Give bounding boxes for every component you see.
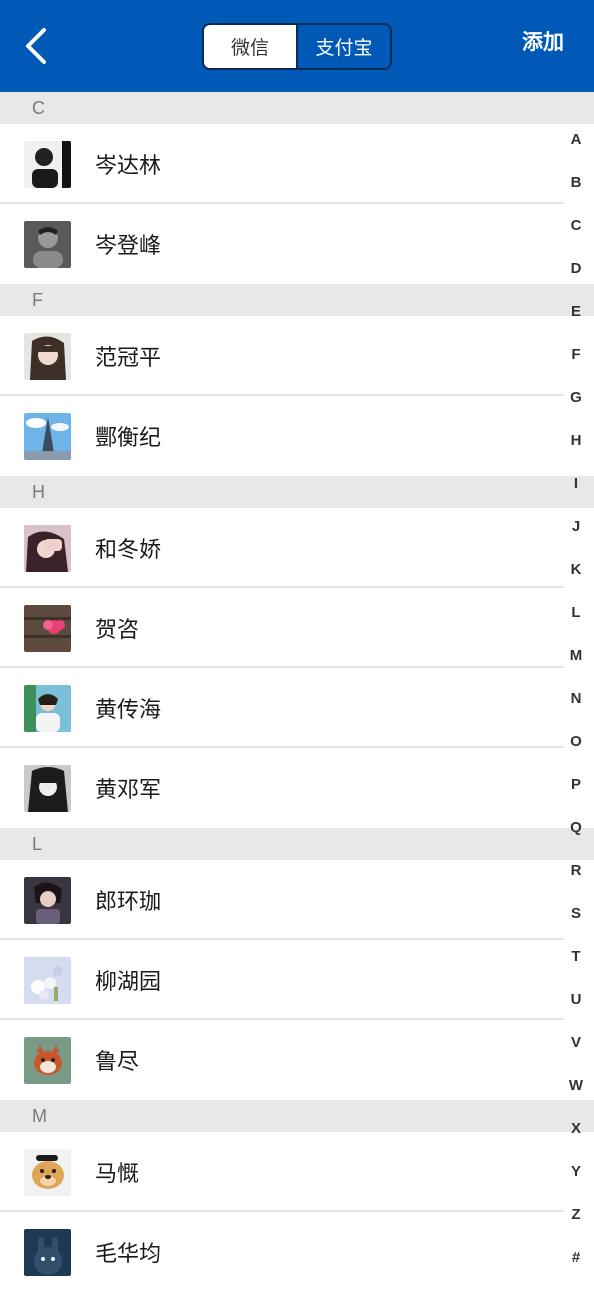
avatar: [24, 956, 71, 1004]
index-letter[interactable]: D: [571, 247, 582, 290]
section-header-m: M: [0, 1100, 594, 1132]
contact-row[interactable]: 鲁尽: [0, 1020, 594, 1100]
contact-row[interactable]: 和冬娇: [0, 508, 594, 588]
contact-row[interactable]: 贺咨: [0, 588, 594, 668]
contact-row[interactable]: 马慨: [0, 1132, 594, 1212]
index-letter[interactable]: N: [571, 677, 582, 720]
index-letter[interactable]: Y: [571, 1150, 581, 1193]
avatar: [24, 1036, 71, 1084]
contact-name: 鲁尽: [95, 1050, 140, 1075]
index-letter[interactable]: W: [569, 1064, 583, 1107]
contact-list: C 岑达林 岑登峰 F 范冠平 酆衡纪 H 和冬娇 贺咨 黄传海 黄邓军 L 郎…: [0, 92, 594, 1292]
index-letter[interactable]: O: [570, 720, 582, 763]
alphabet-index-bar[interactable]: A B C D E F G H I J K L M N O P Q R S T U V W X Y Z #: [564, 118, 588, 1279]
contact-name: 岑达林: [95, 154, 162, 179]
avatar: [24, 140, 71, 188]
contact-name: 柳湖园: [95, 970, 162, 995]
avatar: [24, 332, 71, 380]
index-letter[interactable]: H: [571, 419, 582, 462]
chevron-left-icon: [26, 28, 46, 64]
index-letter[interactable]: L: [571, 591, 580, 634]
index-letter[interactable]: C: [571, 204, 582, 247]
index-letter[interactable]: A: [571, 118, 582, 161]
contact-row[interactable]: 岑登峰: [0, 204, 594, 284]
avatar: [24, 220, 71, 268]
contact-row[interactable]: 范冠平: [0, 316, 594, 396]
index-letter[interactable]: E: [571, 290, 581, 333]
index-letter[interactable]: Q: [570, 806, 582, 849]
back-button[interactable]: [14, 22, 58, 70]
contact-name: 马慨: [95, 1162, 140, 1187]
contact-row[interactable]: 黄传海: [0, 668, 594, 748]
top-navigation-bar: 微信 支付宝 添加: [0, 0, 594, 92]
contact-row[interactable]: 毛华均: [0, 1212, 594, 1292]
avatar: [24, 412, 71, 460]
tab-wechat[interactable]: 微信: [204, 25, 298, 68]
contact-row[interactable]: 郎环珈: [0, 860, 594, 940]
index-letter[interactable]: S: [571, 892, 581, 935]
avatar: [24, 684, 71, 732]
contact-name: 郎环珈: [95, 890, 162, 915]
contact-name: 贺咨: [95, 618, 140, 643]
index-letter[interactable]: K: [571, 548, 582, 591]
contact-name: 酆衡纪: [95, 426, 162, 451]
index-letter[interactable]: G: [570, 376, 582, 419]
index-letter[interactable]: M: [570, 634, 583, 677]
index-letter[interactable]: F: [571, 333, 580, 376]
add-button[interactable]: 添加: [522, 26, 564, 56]
contact-name: 黄传海: [95, 698, 162, 723]
contact-name: 范冠平: [95, 346, 162, 371]
section-header-h: H: [0, 476, 594, 508]
index-letter[interactable]: V: [571, 1021, 581, 1064]
contact-name: 岑登峰: [95, 234, 162, 259]
contact-row[interactable]: 酆衡纪: [0, 396, 594, 476]
avatar: [24, 524, 71, 572]
contact-row[interactable]: 柳湖园: [0, 940, 594, 1020]
section-header-f: F: [0, 284, 594, 316]
avatar: [24, 1148, 71, 1196]
index-letter[interactable]: U: [571, 978, 582, 1021]
section-header-c: C: [0, 92, 594, 124]
contact-name: 黄邓军: [95, 778, 162, 803]
segmented-control: 微信 支付宝: [202, 23, 392, 70]
contact-name: 和冬娇: [95, 538, 162, 563]
index-letter[interactable]: P: [571, 763, 581, 806]
avatar: [24, 764, 71, 812]
avatar: [24, 876, 71, 924]
index-letter[interactable]: B: [571, 161, 582, 204]
index-letter[interactable]: I: [574, 462, 578, 505]
index-letter[interactable]: R: [571, 849, 582, 892]
tab-alipay[interactable]: 支付宝: [298, 25, 390, 68]
contact-row[interactable]: 岑达林: [0, 124, 594, 204]
avatar: [24, 604, 71, 652]
index-letter[interactable]: J: [572, 505, 580, 548]
contact-row[interactable]: 黄邓军: [0, 748, 594, 828]
index-letter[interactable]: T: [571, 935, 580, 978]
index-letter[interactable]: #: [572, 1236, 580, 1279]
index-letter[interactable]: X: [571, 1107, 581, 1150]
avatar: [24, 1228, 71, 1276]
index-letter[interactable]: Z: [571, 1193, 580, 1236]
contact-name: 毛华均: [95, 1242, 162, 1267]
section-header-l: L: [0, 828, 594, 860]
